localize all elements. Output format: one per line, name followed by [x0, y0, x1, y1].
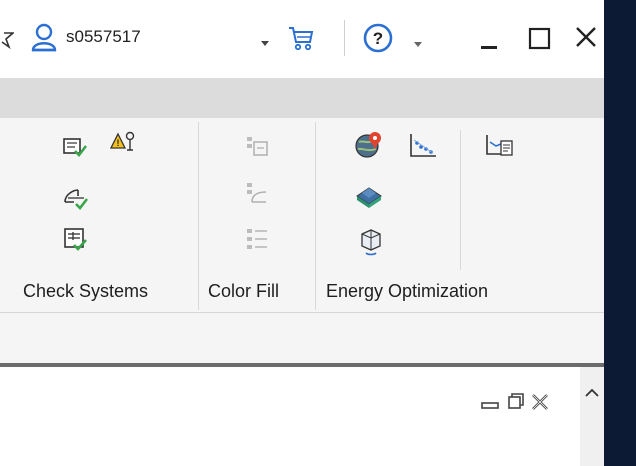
view-minimize-icon[interactable]	[480, 394, 500, 412]
svg-text:!: !	[117, 138, 120, 148]
panel-separator	[198, 122, 199, 310]
minimize-icon[interactable]	[476, 26, 504, 54]
check-circuits-icon[interactable]	[62, 226, 90, 254]
titlebar-separator	[344, 20, 345, 56]
check-pipe-systems-icon[interactable]	[62, 186, 90, 212]
view-close-icon[interactable]	[530, 392, 550, 412]
close-icon[interactable]	[573, 24, 601, 52]
generate-report-icon[interactable]	[484, 132, 514, 160]
scroll-up-icon[interactable]	[584, 386, 600, 398]
location-globe-icon[interactable]	[354, 130, 384, 160]
cart-icon[interactable]	[287, 24, 315, 52]
pipe-legend-icon[interactable]	[244, 180, 270, 206]
color-fill-legend-icon[interactable]	[244, 226, 270, 254]
svg-text:?: ?	[373, 29, 383, 48]
vertical-scrollbar[interactable]	[580, 367, 604, 466]
panel-label-color-fill: Color Fill	[208, 281, 280, 301]
star-icon[interactable]	[0, 26, 16, 52]
view-area[interactable]	[0, 367, 580, 466]
panel-separator	[460, 130, 461, 270]
user-icon[interactable]	[30, 22, 58, 52]
panel-label-check-systems: Check Systems	[23, 281, 149, 301]
check-duct-systems-icon[interactable]	[62, 134, 88, 160]
panel-separator	[315, 122, 316, 310]
maximize-icon[interactable]	[526, 25, 554, 53]
dropdown-caret-icon[interactable]	[260, 35, 270, 46]
show-disconnects-icon[interactable]: !	[109, 128, 138, 158]
quick-access-strip	[0, 78, 604, 118]
desktop-edge	[604, 0, 636, 466]
energy-settings-icon[interactable]	[358, 226, 384, 256]
view-restore-icon[interactable]	[506, 392, 526, 412]
username-label[interactable]: s0557517	[66, 27, 141, 47]
energy-model-building-icon[interactable]	[354, 182, 384, 210]
energy-analysis-chart-icon[interactable]	[408, 132, 438, 160]
panel-label-energy-optimization: Energy Optimization	[326, 281, 489, 301]
help-icon[interactable]: ?	[362, 22, 394, 54]
options-bar	[0, 313, 604, 363]
help-dropdown-icon[interactable]	[413, 36, 423, 47]
duct-legend-icon[interactable]	[244, 134, 270, 160]
